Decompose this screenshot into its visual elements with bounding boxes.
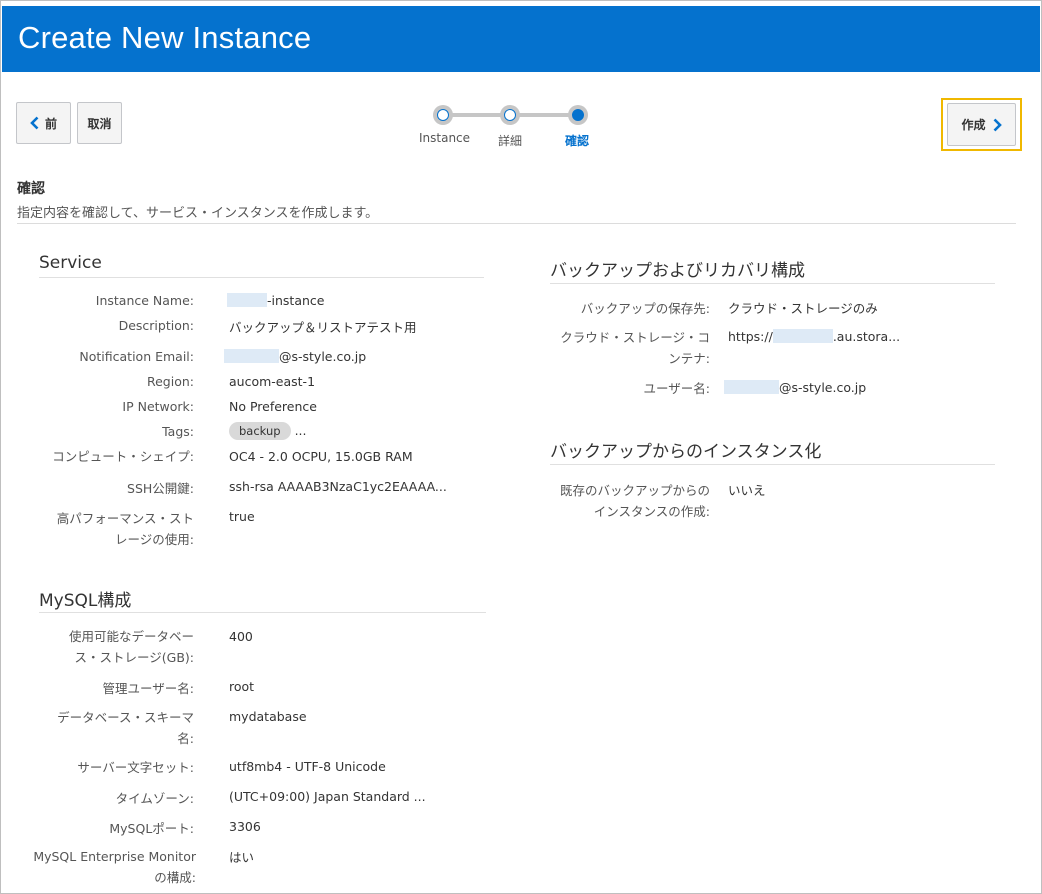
section-title: 確認 [17, 181, 45, 197]
field-value: aucom-east-1 [229, 374, 316, 389]
field-label: IP Network: [122, 399, 194, 414]
mysql-heading: MySQL構成 [39, 591, 132, 611]
divider [39, 277, 484, 278]
redacted-mask [227, 293, 267, 307]
service-heading: Service [39, 253, 102, 273]
field-value: (UTC+09:00) Japan Standard ... [229, 789, 426, 804]
redacted-mask [224, 349, 279, 363]
train-step-label: 詳細 [498, 134, 523, 148]
train-step-label-active: 確認 [565, 134, 590, 148]
field-label: クラウド・ストレージ・コ ンテナ: [560, 330, 710, 366]
field-label: Tags: [162, 424, 194, 439]
field-label: SSH公開鍵: [127, 481, 194, 496]
field-label: 高パフォーマンス・スト レージの使用: [56, 511, 194, 547]
field-value: -instance [227, 290, 324, 311]
field-label: Description: [118, 318, 194, 333]
create-button-focus-ring: 作成 [941, 98, 1022, 151]
field-value: はい [229, 850, 255, 865]
tag-chip: backup [229, 422, 291, 440]
restore-heading: バックアップからのインスタンス化 [550, 442, 822, 462]
field-value: true [229, 509, 255, 524]
train-step-instance[interactable] [433, 105, 453, 125]
field-label: 管理ユーザー名: [102, 681, 194, 696]
field-value: いいえ [728, 483, 766, 498]
field-value: backup ... [229, 420, 306, 441]
field-label: コンピュート・シェイプ: [52, 449, 194, 464]
field-value: クラウド・ストレージのみ [728, 301, 878, 316]
divider [39, 612, 486, 613]
create-button-label: 作成 [961, 118, 986, 132]
field-value: mydatabase [229, 709, 307, 724]
divider [550, 283, 995, 284]
train-step-details[interactable] [500, 105, 520, 125]
field-label: MySQL Enterprise Monitor の構成: [33, 849, 196, 885]
field-label: バックアップの保存先: [580, 301, 710, 316]
field-value: ssh-rsa AAAAB3NzaC1yc2EAAAA... [229, 479, 447, 494]
field-label: 既存のバックアップからの インスタンスの作成: [559, 483, 710, 519]
field-value: root [229, 679, 255, 694]
create-instance-window: Create New Instance 前 取消 Instance 詳細 確認 … [0, 0, 1042, 894]
backup-heading: バックアップおよびリカバリ構成 [550, 261, 805, 281]
field-label: Instance Name: [95, 293, 194, 308]
field-value: utf8mb4 - UTF-8 Unicode [229, 759, 386, 774]
field-value: バックアップ＆リストアテスト用 [229, 320, 417, 335]
field-label: Notification Email: [79, 349, 194, 364]
field-value: No Preference [229, 399, 317, 414]
back-button[interactable]: 前 [16, 102, 71, 144]
train-step-confirm[interactable] [568, 105, 588, 125]
create-button[interactable]: 作成 [947, 103, 1016, 146]
cancel-button-label: 取消 [87, 116, 112, 131]
divider [550, 464, 995, 465]
field-value: @s-style.co.jp [224, 346, 366, 367]
train-step-label: Instance [419, 131, 471, 145]
tags-more: ... [294, 423, 307, 438]
chevron-right-icon [986, 118, 1002, 132]
cancel-button[interactable]: 取消 [77, 102, 122, 144]
divider [17, 223, 1016, 224]
field-label: サーバー文字セット: [77, 760, 194, 775]
field-value: https://.au.stora... [728, 329, 901, 344]
chevron-left-icon [30, 116, 45, 130]
field-label: 使用可能なデータベー ス・ストレージ(GB): [68, 629, 194, 665]
field-label: ユーザー名: [643, 381, 710, 396]
page-title: Create New Instance [18, 20, 312, 55]
field-label: データベース・スキーマ 名: [57, 710, 194, 746]
field-value: 400 [229, 629, 253, 644]
page-header: Create New Instance [2, 6, 1040, 72]
field-value: 3306 [229, 819, 261, 834]
step-train: Instance 詳細 確認 [411, 103, 611, 153]
section-description: 指定内容を確認して、サービス・インスタンスを作成します。 [17, 206, 379, 221]
field-label: MySQLポート: [109, 821, 194, 836]
field-value: @s-style.co.jp [724, 377, 866, 398]
field-label: タイムゾーン: [115, 791, 194, 806]
redacted-mask [772, 329, 833, 343]
back-button-label: 前 [44, 116, 57, 131]
redacted-mask [724, 380, 779, 394]
field-value: OC4 - 2.0 OCPU, 15.0GB RAM [229, 449, 413, 464]
field-label: Region: [146, 374, 194, 389]
